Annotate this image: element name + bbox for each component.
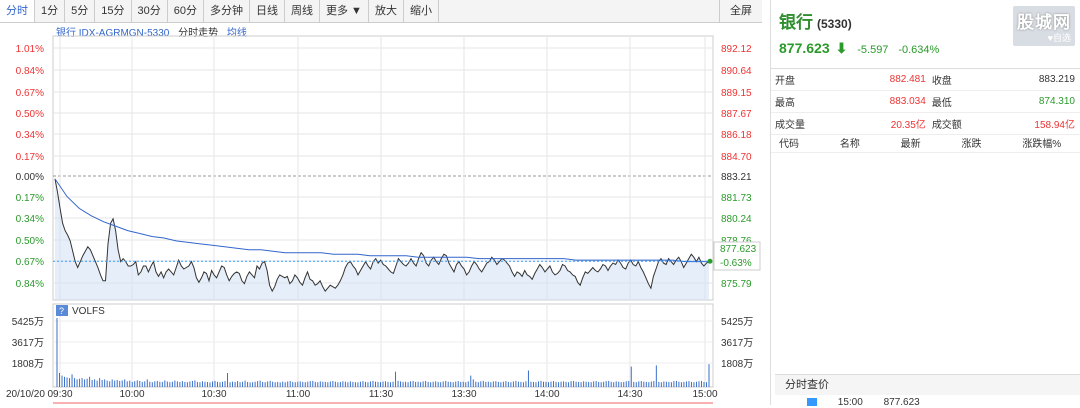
chart-panel: 分时 1分 5分 15分 30分 60分 多分钟 日线 周线 更多 ▼ 放大 缩… [0, 0, 762, 405]
pct-tick-label: 0.50% [16, 109, 44, 120]
x-tick-label: 14:30 [617, 389, 642, 400]
pct-tick-label: 1.01% [16, 44, 44, 55]
tick-price: 877.623 [883, 397, 920, 408]
close-label: 收盘 [931, 76, 952, 87]
header-change-pct[interactable]: 涨跌幅% [1014, 135, 1080, 150]
pct-tick-label: 0.84% [16, 66, 44, 77]
stock-name: 银行 [779, 13, 813, 32]
open-value: 882.481 [889, 74, 926, 85]
quote-table: 开盘 882.481 收盘 883.219 最高 883.034 最低 874.… [771, 68, 1080, 135]
pct-tick-label: 0.00% [16, 172, 44, 183]
header-latest[interactable]: 最新 [893, 135, 954, 150]
header-change[interactable]: 涨跌 [953, 135, 1014, 150]
date-label: 20/10/20 [6, 389, 45, 400]
site-logo: 股城网 ♥自选 [1013, 6, 1075, 46]
constituent-list-header: 代码 名称 最新 涨跌 涨跌幅% [771, 132, 1080, 153]
price-tick-label: 892.12 [721, 44, 752, 55]
volume-tick-left: 1808万 [12, 359, 44, 370]
last-price-label: 877.623 [720, 244, 757, 255]
volume-tick-right: 5425万 [721, 317, 753, 328]
x-tick-label: 10:00 [119, 389, 144, 400]
pct-tick-label: 0.34% [16, 214, 44, 225]
quote-panel: 银行 (5330) 股城网 ♥自选 877.623 ⬇ -5.597 -0.634%… [770, 0, 1080, 408]
pct-tick-label: 0.67% [16, 88, 44, 99]
price-tick-label: 883.21 [721, 172, 752, 183]
avg-line [54, 178, 709, 263]
high-value: 883.034 [889, 96, 926, 107]
price-tick-label: 875.79 [721, 279, 752, 290]
volume-label: 成交量 [775, 120, 805, 131]
pct-tick-label: 0.67% [16, 257, 44, 268]
x-tick-label: 09:30 [47, 389, 72, 400]
price-tick-label: 880.24 [721, 214, 752, 225]
volume-label: VOLFS [72, 306, 105, 317]
volume-tick-right: 3617万 [721, 338, 753, 349]
last-price: 877.623 ⬇ [779, 40, 848, 56]
x-tick-label: 14:00 [534, 389, 559, 400]
tick-marker-icon [807, 398, 817, 407]
pct-tick-label: 0.84% [16, 279, 44, 290]
pct-tick-label: 0.17% [16, 193, 44, 204]
turnover-value: 158.94亿 [1034, 120, 1075, 131]
price-tick-label: 890.64 [721, 66, 752, 77]
x-tick-label: 15:00 [692, 389, 717, 400]
tick-time: 15:00 [837, 397, 863, 408]
change-value: -5.597 [857, 44, 889, 56]
x-tick-label: 13:30 [451, 389, 476, 400]
x-tick-label: 11:30 [369, 389, 394, 400]
last-pct-label: -0.63% [720, 258, 752, 269]
stock-code: (5330) [817, 17, 852, 31]
price-tick-label: 884.70 [721, 152, 752, 163]
quote-row-open: 开盘 882.481 收盘 883.219 [771, 69, 1080, 91]
stock-title: 银行 (5330) [779, 8, 852, 33]
close-value: 883.219 [1038, 74, 1075, 85]
time-price-section-title: 分时查价 [775, 374, 1080, 395]
change-percent: -0.634% [898, 44, 940, 56]
intraday-chart: 1.01% 0.84% 0.67% 0.50% 0.34% 0.17% 0.00% 0.17%… [6, 35, 761, 404]
add-watchlist-button[interactable]: ♥自选 [1048, 31, 1071, 44]
volume-help-icon-glyph: ? [59, 306, 64, 316]
x-tick-label: 11:00 [286, 389, 311, 400]
high-label: 最高 [775, 98, 795, 109]
volume-tick-right: 1808万 [721, 359, 753, 370]
x-tick-label: 10:30 [201, 389, 226, 400]
header-code[interactable]: 代码 [771, 135, 832, 150]
header-name[interactable]: 名称 [832, 135, 893, 150]
volume-value: 20.35亿 [890, 120, 926, 131]
volume-tick-left: 5425万 [12, 317, 44, 328]
price-row: 877.623 ⬇ -5.597 -0.634% [779, 40, 945, 57]
tick-row: 15:00 877.623 [807, 397, 938, 408]
volume-plot-frame [52, 303, 714, 388]
quote-row-high: 最高 883.034 最低 874.310 [771, 91, 1080, 113]
pct-tick-label: 0.50% [16, 236, 44, 247]
open-label: 开盘 [775, 76, 795, 87]
low-value: 874.310 [1038, 96, 1075, 107]
pct-tick-label: 0.34% [16, 130, 44, 141]
turnover-label: 成交额 [931, 120, 962, 131]
volume-tick-left: 3617万 [12, 338, 44, 349]
price-tick-label: 889.15 [721, 88, 752, 99]
low-label: 最低 [931, 98, 952, 109]
price-tick-label: 881.73 [721, 193, 752, 204]
last-price-dot [707, 258, 713, 264]
logo-text: 股城网 [1017, 13, 1071, 32]
pct-tick-label: 0.17% [16, 152, 44, 163]
price-tick-label: 886.18 [721, 130, 752, 141]
price-tick-label: 887.67 [721, 109, 752, 120]
